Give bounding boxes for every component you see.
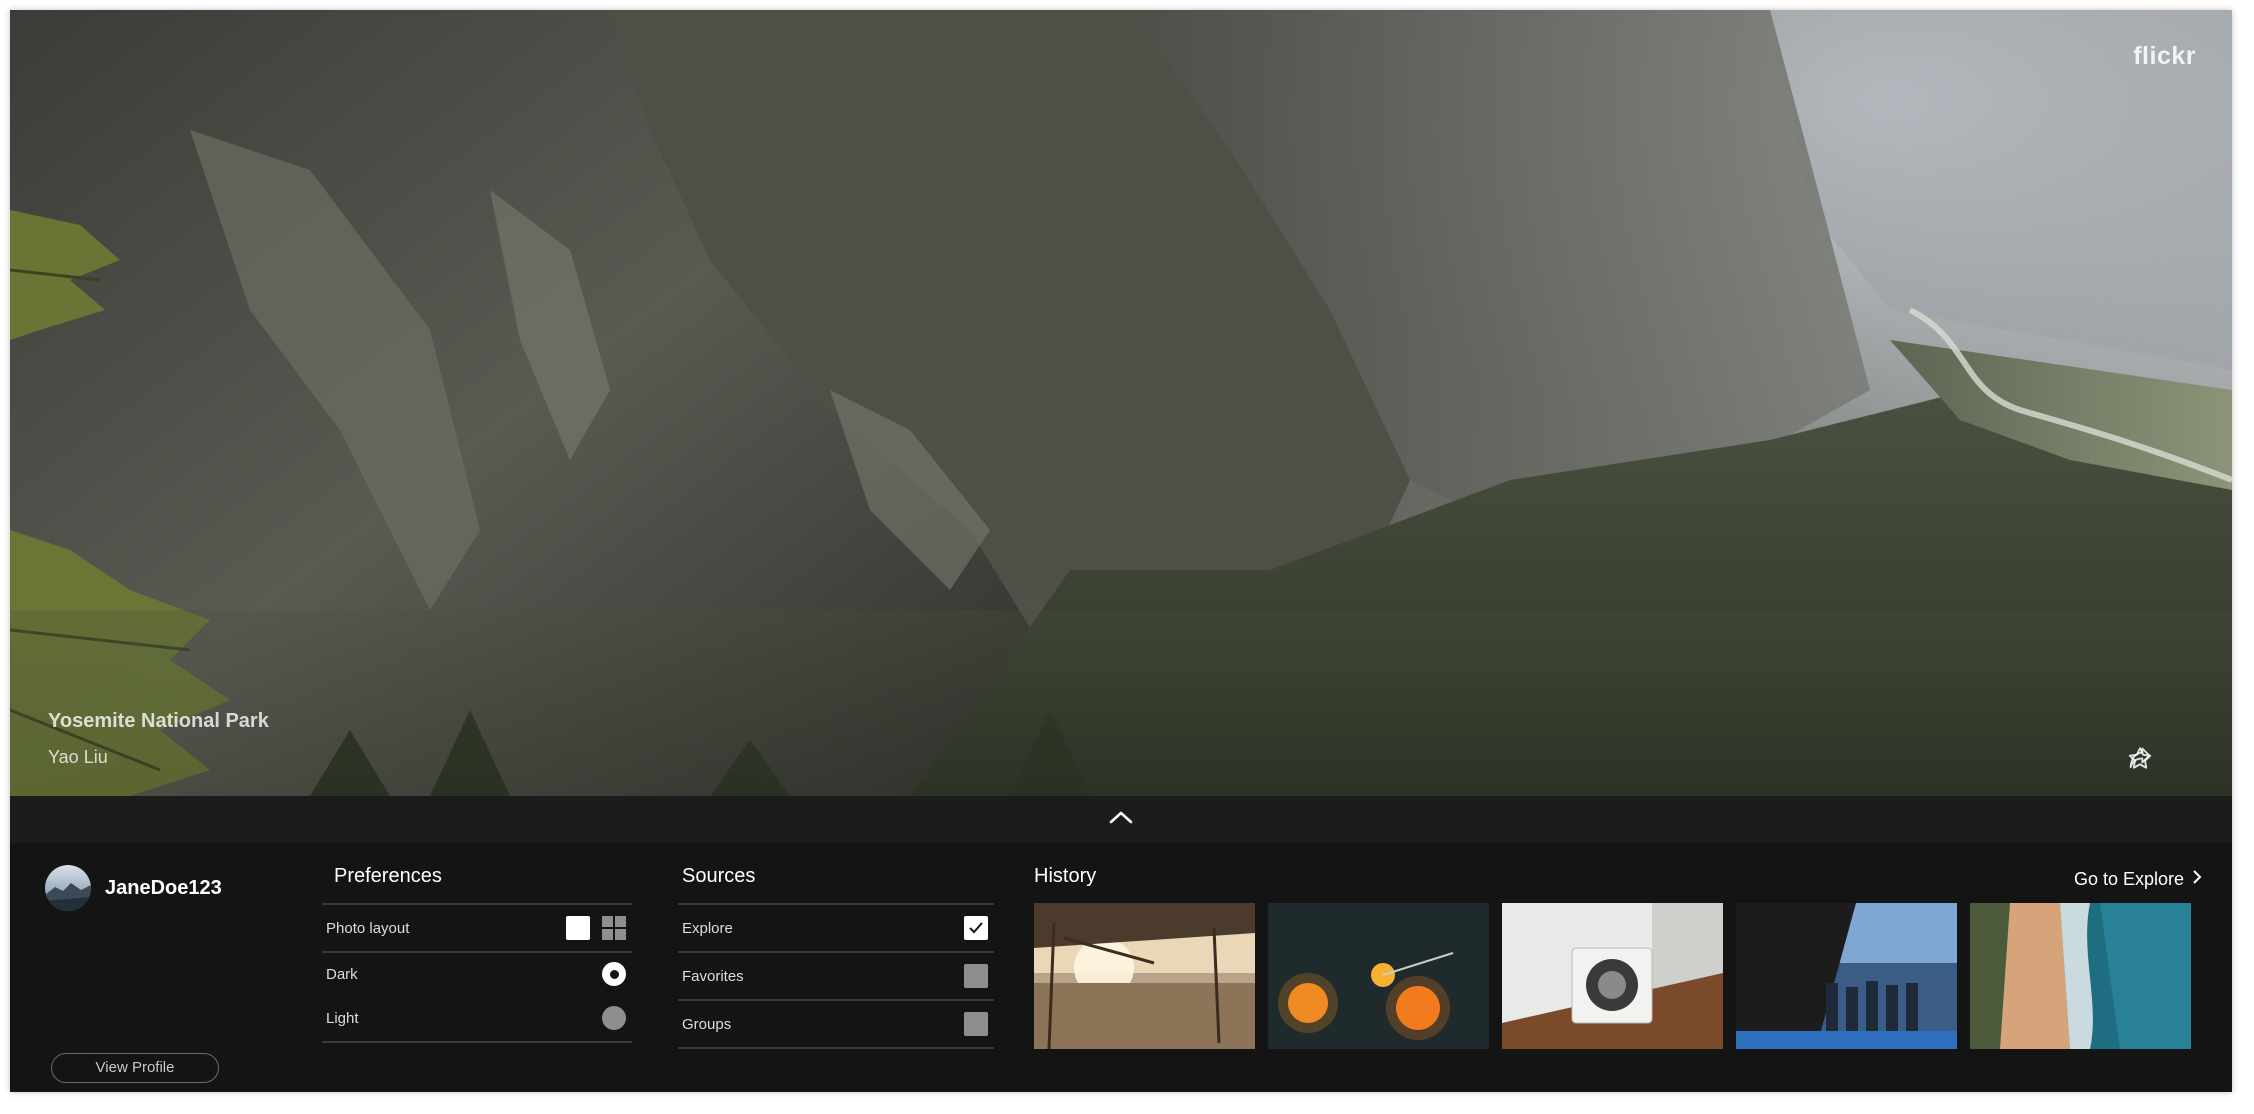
theme-light-label: Light — [326, 1009, 359, 1027]
source-groups-label: Groups — [682, 1015, 732, 1033]
hero-landscape — [10, 10, 2232, 796]
settings-panel: JaneDoe123 View Profile Preferences Phot… — [10, 843, 2232, 1092]
hero-photo[interactable]: flickr Yosemite National Park Yao Liu — [10, 10, 2232, 796]
history-title: History — [1034, 865, 1097, 887]
preferences-list: Photo layout Dark Light — [322, 903, 632, 1043]
go-to-explore-label: Go to Explore — [2073, 869, 2184, 889]
view-profile-button[interactable]: View Profile — [51, 1053, 219, 1083]
go-to-explore-link[interactable]: Go to Explore — [2074, 869, 2202, 890]
checkbox-unchecked-icon[interactable] — [964, 964, 988, 988]
radio-selected-icon[interactable] — [602, 962, 626, 986]
history-thumbnail[interactable] — [1034, 903, 1255, 1049]
source-explore[interactable]: Explore — [678, 905, 994, 953]
flickr-logo[interactable]: flickr — [2133, 42, 2196, 71]
history-thumbnails — [1034, 903, 2191, 1049]
photo-layout-row: Photo layout — [322, 905, 632, 953]
history-thumbnail[interactable] — [1970, 903, 2191, 1049]
source-favorites[interactable]: Favorites — [678, 953, 994, 1001]
chevron-up-icon — [1108, 809, 1134, 830]
preferences-title: Preferences — [334, 865, 442, 887]
sources-title: Sources — [682, 865, 756, 887]
new-tab-page: flickr Yosemite National Park Yao Liu Ja… — [10, 10, 2232, 1092]
photo-title[interactable]: Yosemite National Park — [48, 710, 269, 733]
history-thumbnail[interactable] — [1736, 903, 1957, 1049]
radio-unselected-icon[interactable] — [602, 1006, 626, 1030]
theme-option-dark[interactable]: Dark — [322, 953, 632, 995]
theme-option-light[interactable]: Light — [322, 995, 632, 1043]
checkbox-checked-icon[interactable] — [964, 916, 988, 940]
photo-author[interactable]: Yao Liu — [48, 747, 108, 768]
source-groups[interactable]: Groups — [678, 1001, 994, 1049]
checkbox-unchecked-icon[interactable] — [964, 1012, 988, 1036]
theme-dark-label: Dark — [326, 965, 358, 983]
chevron-right-icon — [2192, 869, 2202, 890]
single-layout-icon[interactable] — [566, 916, 590, 940]
profile-section: JaneDoe123 View Profile — [45, 865, 245, 1083]
history-thumbnail[interactable] — [1268, 903, 1489, 1049]
sources-list: Explore Favorites Groups — [678, 903, 994, 1049]
source-explore-label: Explore — [682, 919, 733, 937]
hero-actions — [2126, 745, 2198, 773]
avatar[interactable] — [45, 865, 91, 911]
username: JaneDoe123 — [105, 877, 222, 899]
grid-layout-icon[interactable] — [602, 916, 626, 940]
collapse-panel-button[interactable] — [10, 796, 2232, 843]
photo-layout-label: Photo layout — [326, 919, 410, 937]
history-thumbnail[interactable] — [1502, 903, 1723, 1049]
share-arrow-icon[interactable] — [2129, 745, 2198, 773]
source-favorites-label: Favorites — [682, 967, 744, 985]
